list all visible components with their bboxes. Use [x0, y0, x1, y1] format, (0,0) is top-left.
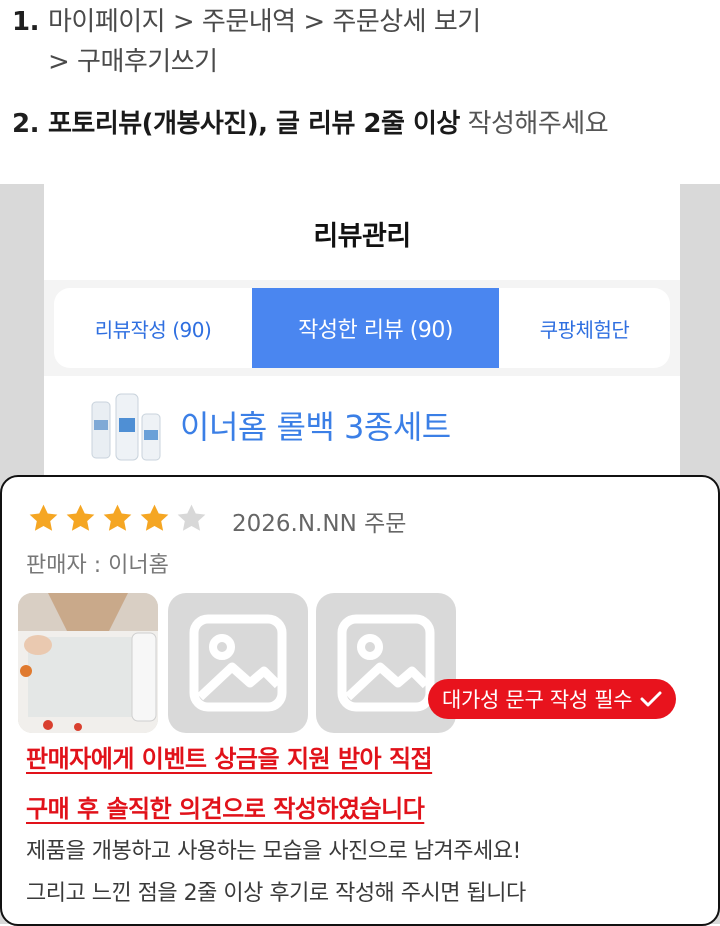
product-thumbnail	[88, 392, 168, 464]
page-title: 리뷰관리	[313, 221, 411, 252]
star-icon	[103, 504, 132, 531]
disclosure-required-badge: 대가성 문구 작성 필수	[428, 679, 677, 719]
order-date: 2026.N.NN 주문	[232, 511, 407, 537]
seller-info: 판매자 : 이너홈	[26, 553, 169, 578]
image-placeholder-icon	[189, 614, 287, 712]
star-rating	[26, 501, 209, 536]
product-name[interactable]: 이너홈 롤백 3종세트	[180, 402, 451, 448]
product-row[interactable]: 이너홈 롤백 3종세트	[44, 376, 680, 486]
photo-placeholder[interactable]	[168, 593, 308, 733]
instruction-step-1: 1. 마이페이지 > 주문내역 > 주문상세 보기	[12, 6, 481, 38]
step-number: 2.	[12, 109, 39, 139]
tab-write-review[interactable]: 리뷰작성 (90)	[54, 288, 252, 368]
star-icon	[66, 504, 95, 531]
check-icon	[640, 691, 662, 707]
step-text: 마이페이지 > 주문내역 > 주문상세 보기	[48, 7, 481, 37]
image-placeholder-icon	[337, 614, 435, 712]
star-icon	[140, 504, 169, 531]
instruction-step-2: 2. 포토리뷰(개봉사진), 글 리뷰 2줄 이상 작성해주세요	[12, 108, 609, 140]
disclosure-line-1: 판매자에게 이벤트 상금을 지원 받아 직접	[26, 745, 433, 773]
review-tabs: 리뷰작성 (90) 작성한 리뷰 (90) 쿠팡체험단	[54, 288, 670, 368]
step-text-bold: 포토리뷰(개봉사진), 글 리뷰 2줄 이상	[48, 109, 460, 139]
badge-label: 대가성 문구 작성 필수	[442, 688, 633, 712]
tab-coupang-experience[interactable]: 쿠팡체험단	[499, 288, 670, 368]
disclosure-line-2: 구매 후 솔직한 의견으로 작성하였습니다	[26, 795, 425, 823]
app-header: 리뷰관리	[44, 184, 680, 280]
step-number: 1.	[12, 7, 39, 37]
tab-written-reviews[interactable]: 작성한 리뷰 (90)	[252, 288, 499, 368]
review-card: 2026.N.NN 주문 판매자 : 이너홈 대가성 문구 작성 필수 판매자에…	[0, 475, 720, 926]
guide-line-1: 제품을 개봉하고 사용하는 모습을 사진으로 남겨주세요!	[26, 839, 521, 864]
step-text-light: 작성해주세요	[459, 109, 609, 139]
instruction-step-1-continued: > 구매후기쓰기	[48, 47, 218, 77]
guide-line-2: 그리고 느낀 점을 2줄 이상 후기로 작성해 주시면 됩니다	[26, 881, 526, 906]
star-icon	[177, 504, 206, 531]
review-photo[interactable]	[18, 593, 158, 733]
star-icon	[29, 504, 58, 531]
